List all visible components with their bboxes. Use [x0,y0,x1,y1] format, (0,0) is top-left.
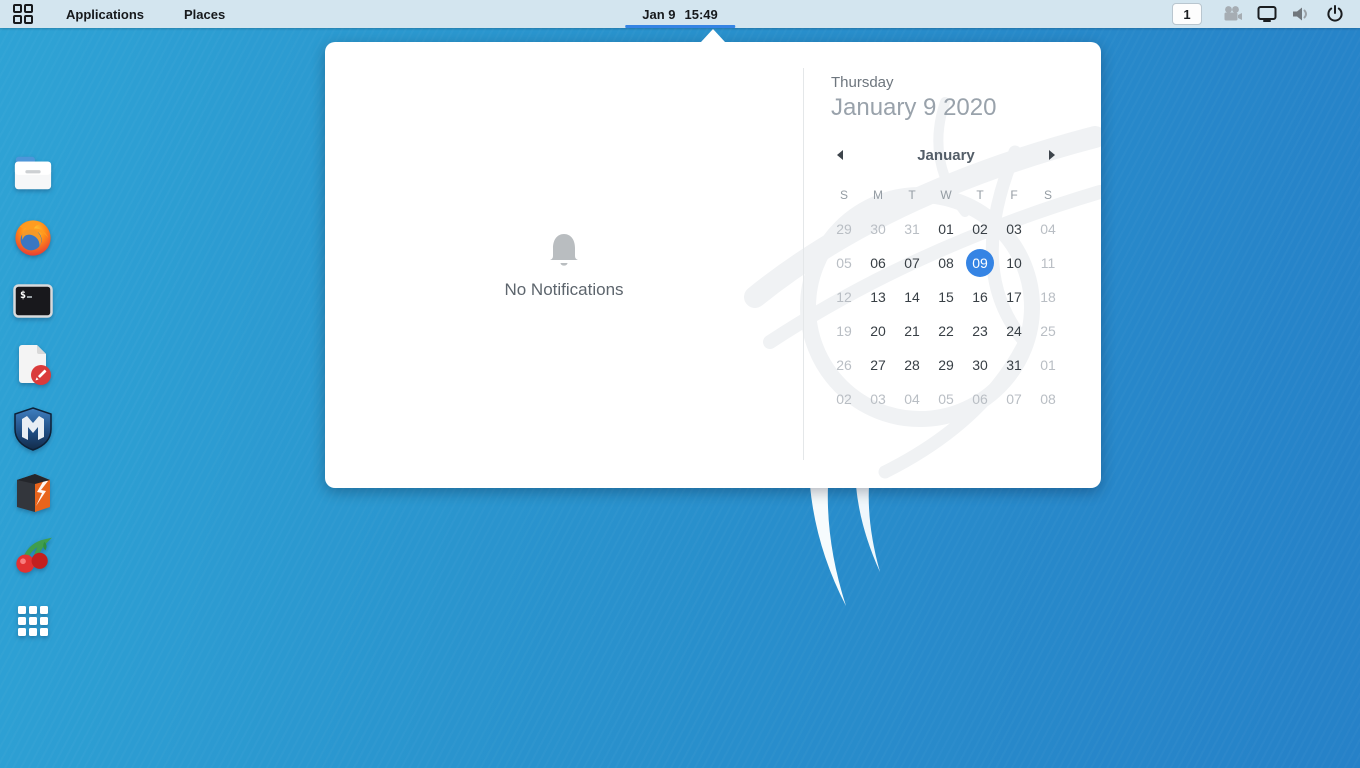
calendar-day[interactable]: 08 [929,246,963,280]
notifications-pane: No Notifications [325,42,803,488]
chevron-left-icon[interactable] [827,144,853,166]
calendar-day[interactable]: 17 [997,280,1031,314]
calendar-day[interactable]: 30 [861,212,895,246]
calendar-day[interactable]: 02 [963,212,997,246]
calendar-day[interactable]: 19 [827,314,861,348]
firefox-icon [13,216,53,258]
calendar-day[interactable]: 27 [861,348,895,382]
calendar-day[interactable]: 04 [895,382,929,416]
calendar-day[interactable]: 01 [1031,348,1065,382]
calendar-date-label: January 9 2020 [831,94,1101,122]
calendar-month-nav: January [827,144,1065,166]
no-notifications-label: No Notifications [504,280,623,300]
display-icon[interactable] [1254,2,1280,26]
calendar-month-label: January [917,147,975,164]
dock-item-burpsuite[interactable] [13,473,53,513]
calendar-dow-header: F [997,178,1031,212]
workspace-indicator[interactable]: 1 [1172,3,1202,25]
calendar-day[interactable]: 23 [963,314,997,348]
calendar-dow-header: S [1031,178,1065,212]
metasploit-icon [13,407,53,451]
dock-item-cherrytree[interactable] [13,537,53,577]
calendar-dow-header: T [963,178,997,212]
menu-applications[interactable]: Applications [46,0,164,28]
calendar-day[interactable]: 15 [929,280,963,314]
calendar-day[interactable]: 16 [963,280,997,314]
dock-item-metasploit[interactable] [13,409,53,449]
clock-button[interactable]: Jan 9 15:49 [625,0,735,28]
calendar-grid: SMTWTFS293031010203040506070809101112131… [827,178,1065,416]
svg-text:$: $ [20,290,26,301]
calendar-day[interactable]: 20 [861,314,895,348]
camera-icon[interactable] [1220,2,1246,26]
menu-places-label: Places [184,7,225,22]
calendar-weekday-label: Thursday [831,74,1101,91]
calendar-day[interactable]: 10 [997,246,1031,280]
calendar-day[interactable]: 06 [861,246,895,280]
calendar-notifications-popup: No Notifications Thursday January 9 2020… [325,42,1101,488]
text-editor-icon [13,344,53,386]
calendar-dow-header: W [929,178,963,212]
kali-dragon-watermark [768,486,938,626]
calendar-day[interactable]: 13 [861,280,895,314]
files-icon [13,153,53,193]
clock-time: 15:49 [685,7,718,22]
calendar-dow-header: M [861,178,895,212]
calendar-day[interactable]: 21 [895,314,929,348]
calendar-day[interactable]: 28 [895,348,929,382]
chevron-right-icon[interactable] [1039,144,1065,166]
calendar-day[interactable]: 14 [895,280,929,314]
bell-icon [544,230,584,270]
menu-applications-label: Applications [66,7,144,22]
power-icon[interactable] [1322,2,1348,26]
favorites-dock: $ [13,153,53,641]
calendar-day[interactable]: 03 [997,212,1031,246]
clock-active-underline [625,25,735,28]
volume-icon[interactable] [1288,2,1314,26]
calendar-day[interactable]: 29 [827,212,861,246]
dock-item-firefox[interactable] [13,217,53,257]
calendar-day[interactable]: 25 [1031,314,1065,348]
app-grid-icon [16,604,50,638]
calendar-pane: Thursday January 9 2020 January SMTWTFS2… [804,42,1101,488]
calendar-day-selected[interactable]: 09 [963,246,997,280]
calendar-day[interactable]: 30 [963,348,997,382]
calendar-day[interactable]: 04 [1031,212,1065,246]
burpsuite-icon [13,472,53,514]
calendar-day[interactable]: 02 [827,382,861,416]
calendar-day[interactable]: 12 [827,280,861,314]
popup-pointer-arrow [701,29,725,42]
calendar-day[interactable]: 07 [895,246,929,280]
menu-places[interactable]: Places [164,0,245,28]
dock-item-text-editor[interactable] [13,345,53,385]
calendar-day[interactable]: 18 [1031,280,1065,314]
calendar-day[interactable]: 29 [929,348,963,382]
calendar-day[interactable]: 07 [997,382,1031,416]
grid-2x2-icon[interactable] [0,0,46,28]
calendar-day[interactable]: 26 [827,348,861,382]
calendar-day[interactable]: 03 [861,382,895,416]
top-bar: Applications Places Jan 9 15:49 1 [0,0,1360,28]
calendar-day[interactable]: 31 [997,348,1031,382]
clock-date: Jan 9 [642,7,675,22]
calendar-day[interactable]: 31 [895,212,929,246]
terminal-icon: $ [13,284,53,318]
calendar-dow-header: T [895,178,929,212]
calendar-day[interactable]: 05 [827,246,861,280]
calendar-dow-header: S [827,178,861,212]
cherrytree-icon [13,536,53,578]
dock-item-terminal[interactable]: $ [13,281,53,321]
calendar-day[interactable]: 11 [1031,246,1065,280]
dock-item-app-grid[interactable] [13,601,53,641]
calendar-day[interactable]: 08 [1031,382,1065,416]
calendar-day[interactable]: 06 [963,382,997,416]
calendar-day[interactable]: 05 [929,382,963,416]
dock-item-files[interactable] [13,153,53,193]
desktop-wallpaper: Applications Places Jan 9 15:49 1 [0,0,1360,768]
calendar-day[interactable]: 24 [997,314,1031,348]
calendar-day[interactable]: 01 [929,212,963,246]
calendar-day[interactable]: 22 [929,314,963,348]
